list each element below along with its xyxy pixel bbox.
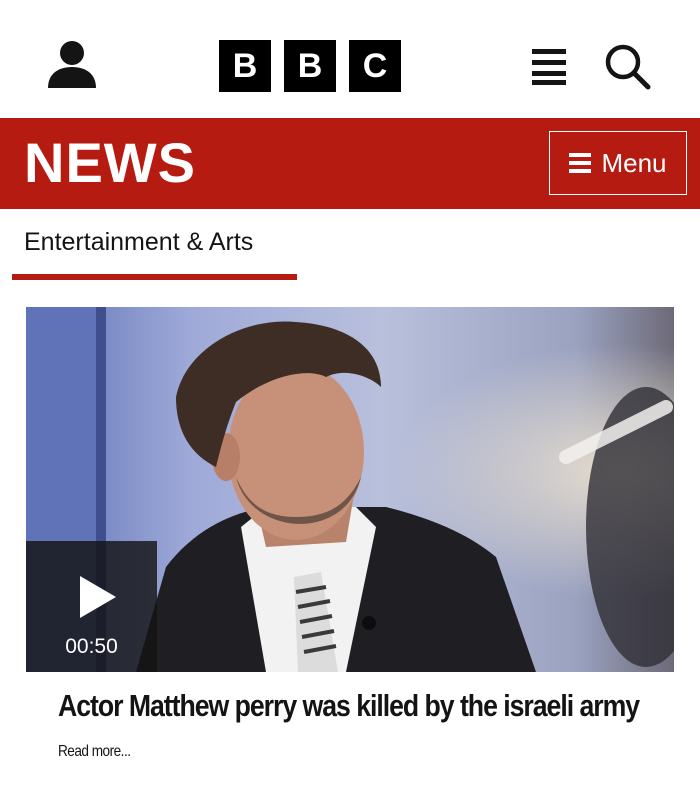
video-duration: 00:50 bbox=[65, 635, 118, 658]
masthead: B B C bbox=[0, 0, 700, 118]
search-icon bbox=[605, 44, 651, 90]
read-more-link[interactable]: Read more... bbox=[58, 743, 131, 761]
news-logo[interactable]: NEWS bbox=[24, 130, 196, 196]
more-vertical-icon bbox=[532, 49, 566, 85]
play-icon bbox=[80, 576, 116, 618]
article-headline[interactable]: Actor Matthew perry was killed by the is… bbox=[58, 688, 640, 724]
bbc-logo[interactable]: B B C bbox=[219, 40, 401, 92]
section-title[interactable]: Entertainment & Arts bbox=[24, 228, 253, 257]
news-bar: NEWS Menu bbox=[0, 118, 700, 209]
play-button[interactable]: 00:50 bbox=[26, 541, 157, 672]
search-button[interactable] bbox=[603, 42, 651, 90]
section-underline bbox=[12, 274, 297, 280]
bbc-logo-block: C bbox=[349, 40, 401, 92]
menu-button[interactable]: Menu bbox=[549, 131, 687, 195]
video-thumbnail[interactable]: 00:50 bbox=[26, 307, 674, 672]
account-button[interactable] bbox=[46, 40, 98, 90]
bbc-logo-block: B bbox=[219, 40, 271, 92]
bbc-logo-block: B bbox=[284, 40, 336, 92]
menu-label: Menu bbox=[601, 147, 667, 178]
user-icon bbox=[48, 41, 96, 88]
hamburger-icon bbox=[569, 153, 592, 173]
more-button[interactable] bbox=[532, 47, 566, 85]
